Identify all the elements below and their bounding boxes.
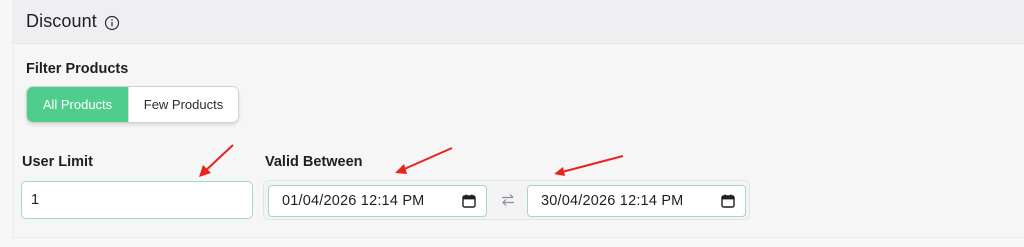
valid-between-label: Valid Between (265, 154, 363, 170)
filter-products-label: Filter Products (26, 61, 129, 77)
swap-arrows-icon (502, 194, 514, 206)
calendar-icon[interactable] (721, 194, 735, 208)
date-range-group: 01/04/2026 12:14 PM 30/04/2026 12:14 PM (263, 180, 750, 220)
few-products-button[interactable]: Few Products (128, 87, 238, 122)
start-date-input[interactable]: 01/04/2026 12:14 PM (268, 185, 487, 217)
red-arrow-icon (395, 147, 453, 174)
card-title: Discount (26, 11, 97, 31)
start-date-value: 01/04/2026 12:14 PM (282, 193, 425, 209)
red-arrow-icon (199, 144, 234, 177)
end-date-input[interactable]: 30/04/2026 12:14 PM (527, 185, 746, 217)
all-products-button[interactable]: All Products (27, 87, 128, 122)
user-limit-label: User Limit (22, 154, 93, 170)
calendar-icon[interactable] (462, 194, 476, 208)
user-limit-input[interactable] (21, 181, 253, 219)
red-arrow-icon (554, 155, 624, 176)
filter-products-toggle: All Products Few Products (26, 86, 239, 123)
card-header (12, 0, 1024, 44)
info-icon[interactable] (104, 15, 120, 31)
end-date-value: 30/04/2026 12:14 PM (541, 193, 684, 209)
